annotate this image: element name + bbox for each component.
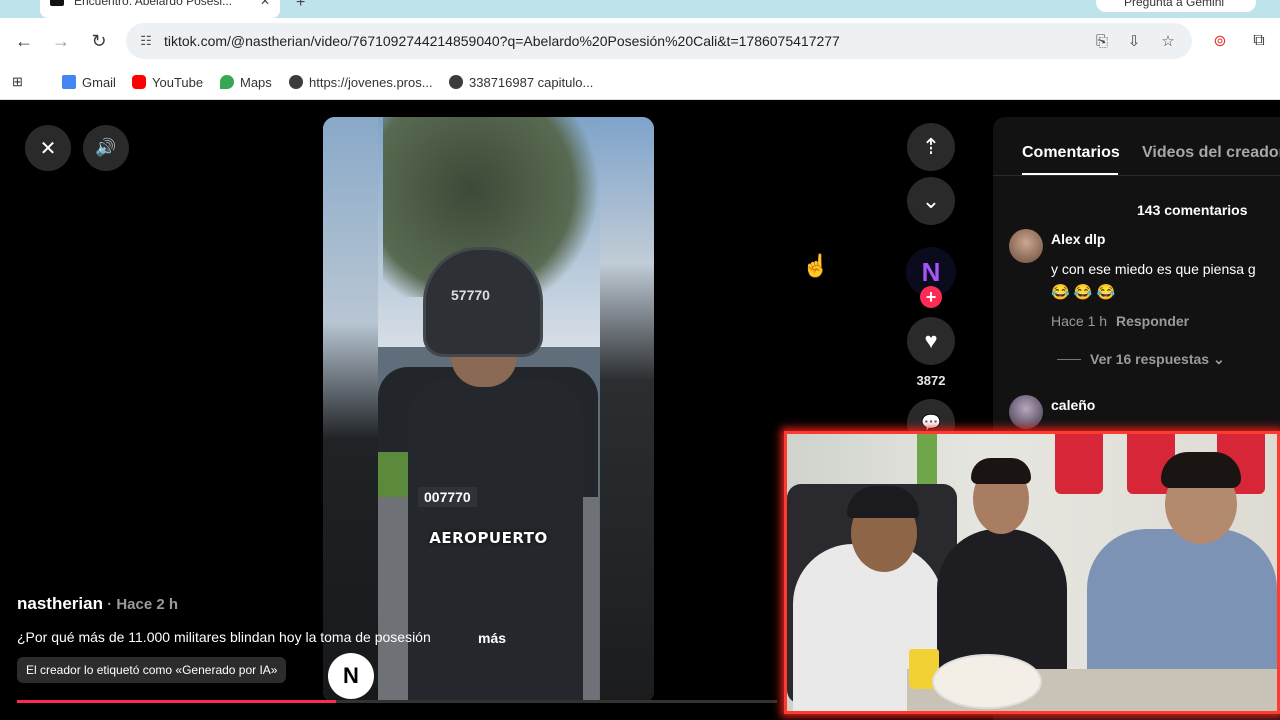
reload-icon[interactable]: ↻ — [84, 26, 114, 56]
helmet-number: 57770 — [451, 287, 490, 303]
translate-icon[interactable]: ⎘ — [1090, 29, 1114, 53]
youtube-icon — [132, 75, 146, 89]
bookmark-capitulo[interactable]: 338716987 capitulo... — [449, 72, 593, 92]
heart-icon: ♥ — [907, 317, 955, 365]
like-count: 3872 — [916, 373, 946, 388]
bookmark-jovenes[interactable]: https://jovenes.pros... — [289, 72, 433, 92]
prev-video-button[interactable]: ⇡ — [906, 123, 956, 171]
comment-text: y con ese miedo es que piensa g — [1051, 261, 1256, 277]
hand-cursor-icon: ☝ — [802, 253, 830, 278]
replies-divider — [1057, 359, 1081, 360]
bookmark-gmail[interactable]: Gmail — [62, 72, 116, 92]
view-replies-button[interactable]: Ver 16 respuestas ⌄ — [1090, 351, 1225, 368]
post-description: ¿Por qué más de 11.000 militares blindan… — [17, 629, 431, 645]
comment-time: Hace 1 h — [1051, 313, 1108, 329]
panel-divider — [993, 175, 1280, 176]
tab-close-icon[interactable]: ✕ — [260, 0, 270, 8]
tab-comments[interactable]: Comentarios — [1022, 144, 1120, 162]
post-author[interactable]: nastherian · Hace 2 h — [17, 594, 178, 614]
extension-icon[interactable]: ⊚ — [1209, 30, 1231, 52]
extensions-puzzle-icon[interactable]: ⧉ — [1248, 30, 1270, 52]
progress-fill — [17, 700, 337, 703]
apps-grid-icon[interactable]: ⊞ — [12, 72, 23, 92]
video-caption: AEROPUERTO — [429, 529, 548, 547]
gemini-label: Pregunta a Gemini — [1124, 0, 1225, 9]
install-app-icon[interactable]: ⇩ — [1122, 29, 1146, 53]
bookmark-label: Gmail — [82, 74, 116, 90]
back-icon[interactable]: ← — [9, 26, 39, 56]
globe-icon — [449, 75, 463, 89]
gmail-icon — [62, 75, 76, 89]
volume-icon[interactable]: 🔊 — [83, 125, 129, 171]
ai-generated-tag: El creador lo etiquetó como «Generado po… — [17, 657, 287, 683]
comment-emoji: 😂 😂 😂 — [1051, 284, 1116, 301]
video-progress-bar[interactable] — [17, 700, 777, 703]
watermark-logo: N — [328, 653, 374, 699]
tab-title: Encuentro: Abelardo Posesi... — [74, 0, 233, 8]
avatar[interactable] — [1009, 395, 1043, 429]
bookmark-youtube[interactable]: YouTube — [132, 72, 203, 92]
chevron-down-icon: ⌄ — [1212, 351, 1225, 367]
new-tab-icon[interactable]: + — [296, 0, 305, 12]
reply-button[interactable]: Responder — [1116, 313, 1189, 329]
address-bar[interactable]: ☷ tiktok.com/@nastherian/video/767109274… — [126, 23, 1192, 59]
follow-plus-icon[interactable]: + — [920, 286, 942, 308]
comment-author[interactable]: Alex dlp — [1051, 231, 1105, 247]
view-replies-label: Ver 16 respuestas — [1090, 351, 1210, 367]
forward-icon[interactable]: → — [46, 26, 76, 56]
maps-pin-icon — [220, 75, 234, 89]
close-icon[interactable]: ✕ — [25, 125, 71, 171]
comment-author[interactable]: caleño — [1051, 397, 1095, 413]
video-left-panel — [323, 117, 378, 703]
tab-creator-videos[interactable]: Videos del creador — [1142, 144, 1280, 162]
vest-number: 007770 — [418, 487, 477, 507]
next-video-button[interactable]: ⌄ — [906, 177, 956, 225]
tiktok-favicon-icon — [50, 0, 64, 6]
bookmark-label: https://jovenes.pros... — [309, 74, 433, 90]
person-middle-hair — [971, 458, 1031, 484]
cam-jersey — [1055, 434, 1103, 494]
webcam-overlay — [784, 431, 1280, 714]
more-button[interactable]: más — [478, 630, 506, 646]
comment-count: 143 comentarios — [1137, 202, 1248, 218]
tab-strip: Encuentro: Abelardo Posesi... ✕ + Pregun… — [0, 0, 1280, 18]
bookmark-label: Maps — [240, 74, 272, 90]
video-player[interactable]: 57770 007770 AEROPUERTO — [323, 117, 654, 703]
like-button[interactable]: ♥ 3872 — [906, 317, 956, 388]
avatar[interactable] — [1009, 229, 1043, 263]
address-url: tiktok.com/@nastherian/video/76710927442… — [164, 33, 840, 49]
person-right-hair — [1161, 452, 1241, 488]
browser-toolbar: ← → ↻ ☷ tiktok.com/@nastherian/video/767… — [0, 18, 1280, 64]
video-right-panel — [600, 117, 654, 703]
post-time: · Hace 2 h — [102, 596, 179, 613]
bookmark-star-icon[interactable]: ☆ — [1156, 29, 1180, 53]
arrow-up-icon: ⇡ — [907, 123, 955, 171]
tab-active[interactable]: Encuentro: Abelardo Posesi... ✕ — [40, 0, 280, 18]
site-info-icon[interactable]: ☷ — [134, 29, 158, 53]
chevron-down-icon: ⌄ — [907, 177, 955, 225]
bookmark-label: 338716987 capitulo... — [469, 74, 594, 90]
author-name: nastherian — [17, 594, 103, 613]
globe-icon — [289, 75, 303, 89]
bookmark-maps[interactable]: Maps — [220, 72, 272, 92]
gemini-button[interactable]: Pregunta a Gemini — [1096, 0, 1256, 12]
bookmark-label: YouTube — [152, 74, 204, 90]
bookmarks-bar: ⊞ Gmail YouTube Maps https://jovenes.pro… — [0, 64, 1280, 100]
cam-bowl — [932, 654, 1042, 709]
